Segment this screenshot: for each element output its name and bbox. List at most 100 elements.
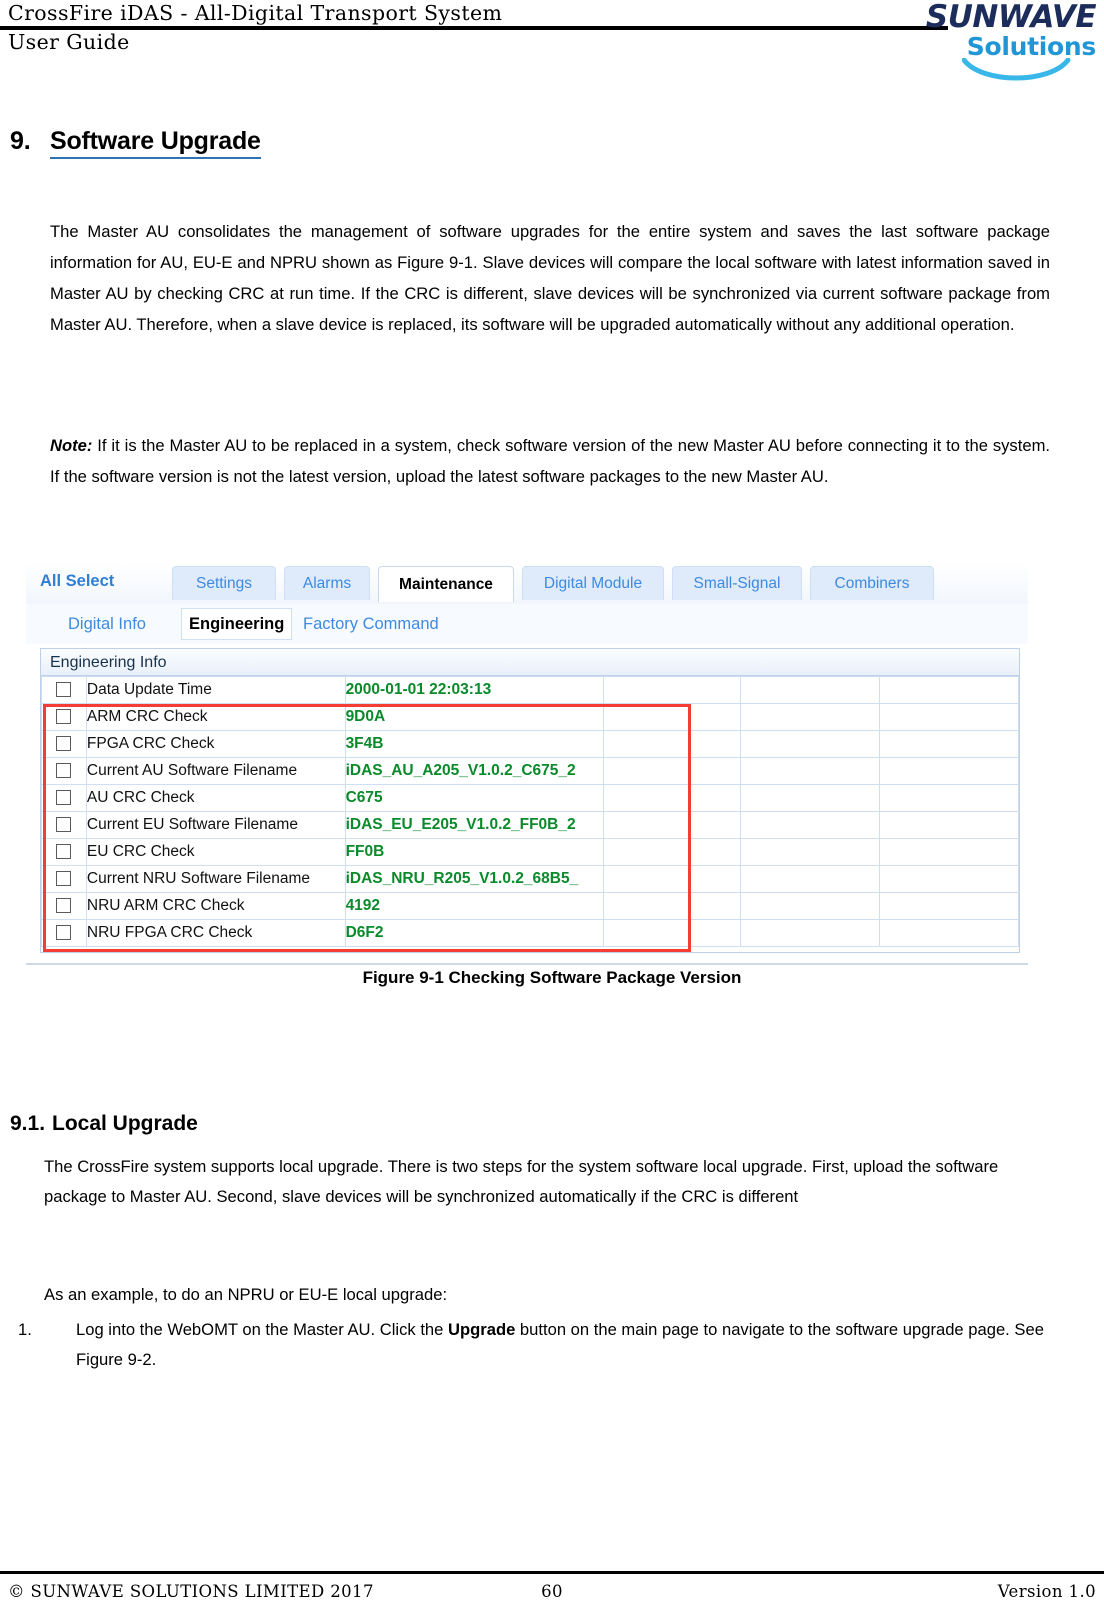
table-row[interactable]: FPGA CRC Check 3F4B [41,730,1019,758]
row-checkbox-cell[interactable] [41,865,87,893]
subsection-paragraph-1: The CrossFire system supports local upgr… [44,1157,999,1206]
row-empty-3 [879,676,1019,704]
row-empty-2 [740,892,880,920]
row-empty-2 [740,757,880,785]
tab-small-signal[interactable]: Small-Signal [672,566,802,600]
row-checkbox-cell[interactable] [41,784,87,812]
subtab-engineering[interactable]: Engineering [181,608,293,640]
row-empty-1 [603,892,742,920]
row-empty-3 [879,757,1019,785]
row-checkbox-cell[interactable] [41,676,87,704]
table-row[interactable]: Current NRU Software Filename iDAS_NRU_R… [41,865,1019,893]
footer-rule [0,1571,1104,1574]
row-label: Current AU Software Filename [85,757,346,785]
main-tab-bar: All Select Settings Alarms Maintenance D… [26,562,1028,605]
row-label: Current EU Software Filename [85,811,346,839]
tab-maintenance[interactable]: Maintenance [378,566,514,602]
row-empty-2 [740,865,880,893]
figure-caption: Figure 9-1 Checking Software Package Ver… [362,968,742,987]
logo-primary-text: SUNWAVE [925,0,1097,35]
table-row[interactable]: NRU ARM CRC Check 4192 [41,892,1019,920]
checkbox-icon[interactable] [56,817,72,833]
checkbox-icon[interactable] [56,871,72,887]
row-label: Current NRU Software Filename [85,865,346,893]
row-empty-1 [603,757,742,785]
row-value: C675 [344,784,605,812]
row-value: 3F4B [344,730,605,758]
table-row[interactable]: ARM CRC Check 9D0A [41,703,1019,731]
row-empty-2 [740,838,880,866]
row-empty-1 [603,865,742,893]
row-empty-2 [740,730,880,758]
checkbox-icon[interactable] [56,898,72,914]
all-select-label[interactable]: All Select [40,572,114,591]
row-value: iDAS_EU_E205_V1.0.2_FF0B_2 [344,811,605,839]
tab-settings[interactable]: Settings [172,566,276,600]
table-row[interactable]: Current AU Software Filename iDAS_AU_A20… [41,757,1019,785]
subsection-number: 9.1. [10,1112,46,1135]
row-label: AU CRC Check [85,784,346,812]
tab-alarms[interactable]: Alarms [284,566,370,600]
logo-swoosh-icon [962,58,1071,81]
header-document-subtitle: User Guide [8,30,130,54]
row-checkbox-cell[interactable] [41,703,87,731]
row-value: 4192 [344,892,605,920]
checkbox-icon[interactable] [56,925,72,941]
table-row[interactable]: EU CRC Check FF0B [41,838,1019,866]
list-item: 1. Log into the WebOMT on the Master AU.… [14,1315,1054,1375]
row-value: 2000-01-01 22:03:13 [344,676,605,704]
row-checkbox-cell[interactable] [41,892,87,920]
row-value: iDAS_NRU_R205_V1.0.2_68B5_ [344,865,605,893]
engineering-info-panel: Engineering Info Data Update Time 2000-0… [40,648,1020,953]
row-label: Data Update Time [85,676,346,704]
row-checkbox-cell[interactable] [41,838,87,866]
engineering-info-header: Engineering Info [41,649,1019,676]
checkbox-icon[interactable] [56,790,72,806]
row-empty-3 [879,703,1019,731]
table-row[interactable]: Current EU Software Filename iDAS_EU_E20… [41,811,1019,839]
checkbox-icon[interactable] [56,709,72,725]
sub-tab-bar: Digital Info Engineering Factory Command [26,604,1028,644]
list-text-before: Log into the WebOMT on the Master AU. Cl… [76,1320,448,1339]
row-empty-1 [603,730,742,758]
checkbox-icon[interactable] [56,736,72,752]
logo-secondary-text: Solutions [966,32,1097,61]
row-empty-3 [879,784,1019,812]
page-header: CrossFire iDAS - All-Digital Transport S… [0,0,1104,92]
row-checkbox-cell[interactable] [41,757,87,785]
subsection-paragraph-2: As an example, to do an NPRU or EU-E loc… [44,1285,448,1304]
tab-combiners[interactable]: Combiners [810,566,934,600]
row-label: ARM CRC Check [85,703,346,731]
note-text: If it is the Master AU to be replaced in… [50,436,1050,486]
footer-version: Version 1.0 [997,1582,1096,1601]
row-checkbox-cell[interactable] [41,811,87,839]
row-value: 9D0A [344,703,605,731]
row-empty-2 [740,919,880,947]
checkbox-icon[interactable] [56,844,72,860]
subsection-title: Local Upgrade [52,1112,198,1135]
section-heading: 9. Software Upgrade [10,127,261,159]
table-row[interactable]: AU CRC Check C675 [41,784,1019,812]
checkbox-icon[interactable] [56,763,72,779]
subtab-factory-command[interactable]: Factory Command [303,610,439,638]
list-item-number: 1. [18,1320,32,1339]
row-value: FF0B [344,838,605,866]
row-value: iDAS_AU_A205_V1.0.2_C675_2 [344,757,605,785]
footer-page-number: 60 [541,1582,563,1601]
list-item-text: Log into the WebOMT on the Master AU. Cl… [76,1315,1054,1375]
row-label: NRU ARM CRC Check [85,892,346,920]
row-value: D6F2 [344,919,605,947]
row-checkbox-cell[interactable] [41,919,87,947]
row-empty-3 [879,838,1019,866]
header-document-title: CrossFire iDAS - All-Digital Transport S… [8,1,503,25]
row-empty-3 [879,811,1019,839]
page-footer: © SUNWAVE SOLUTIONS LIMITED 2017 60 Vers… [0,1571,1104,1623]
table-row[interactable]: NRU FPGA CRC Check D6F2 [41,919,1019,947]
subtab-digital-info[interactable]: Digital Info [68,610,146,638]
checkbox-icon[interactable] [56,682,72,698]
table-row[interactable]: Data Update Time 2000-01-01 22:03:13 [41,676,1019,704]
row-empty-3 [879,730,1019,758]
row-checkbox-cell[interactable] [41,730,87,758]
tab-digital-module[interactable]: Digital Module [522,566,664,600]
row-empty-2 [740,703,880,731]
